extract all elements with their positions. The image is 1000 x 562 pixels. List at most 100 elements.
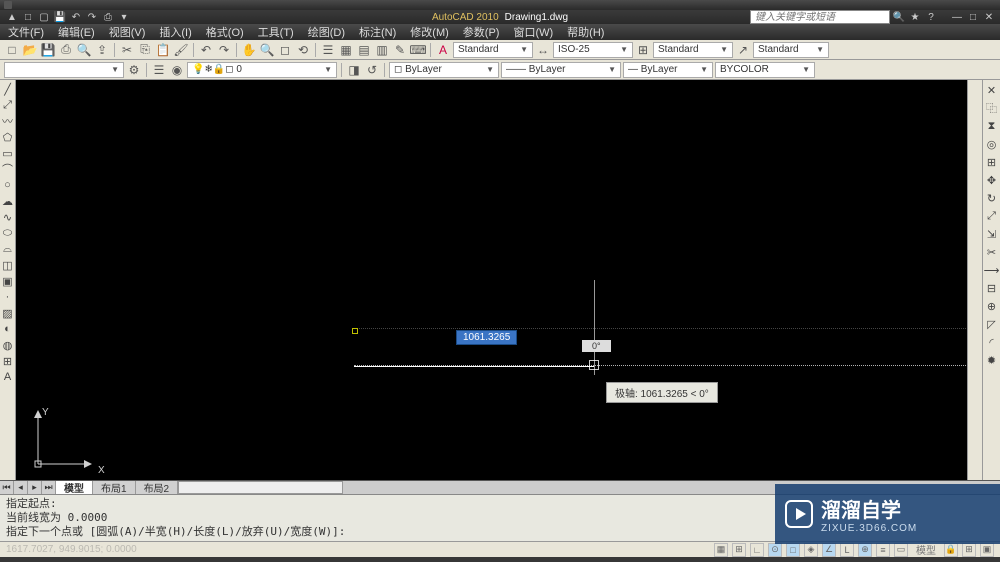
sheet-set-icon[interactable]: ▥ bbox=[374, 42, 390, 58]
make-block-icon[interactable]: ▣ bbox=[1, 274, 15, 288]
status-model[interactable]: 模型 bbox=[912, 542, 940, 557]
menu-modify[interactable]: 修改(M) bbox=[410, 24, 449, 40]
open-icon[interactable]: ▢ bbox=[38, 11, 50, 23]
menu-help[interactable]: 帮助(H) bbox=[567, 24, 604, 40]
dimstyle-icon[interactable]: ↔ bbox=[535, 42, 551, 58]
rectangle-icon[interactable]: ▭ bbox=[1, 146, 15, 160]
status-lock-icon[interactable]: 🔒 bbox=[944, 543, 958, 557]
app-menu-icon[interactable]: ▲ bbox=[6, 11, 18, 23]
help-icon[interactable]: ? bbox=[924, 11, 938, 23]
tab-model[interactable]: 模型 bbox=[56, 481, 93, 494]
status-max-icon[interactable]: ▣ bbox=[980, 543, 994, 557]
markup-icon[interactable]: ✎ bbox=[392, 42, 408, 58]
hatch-icon[interactable]: ▨ bbox=[1, 306, 15, 320]
dc-icon[interactable]: ▦ bbox=[338, 42, 354, 58]
gradient-icon[interactable]: ◐ bbox=[1, 322, 15, 336]
menu-view[interactable]: 视图(V) bbox=[109, 24, 146, 40]
move-icon[interactable]: ✥ bbox=[984, 172, 1000, 188]
copy-icon[interactable]: ⎘ bbox=[137, 42, 153, 58]
spline-icon[interactable]: ∿ bbox=[1, 210, 15, 224]
layer-prev-icon[interactable]: ↺ bbox=[364, 62, 380, 78]
subscribe-icon[interactable]: ★ bbox=[908, 11, 922, 23]
menu-param[interactable]: 参数(P) bbox=[463, 24, 500, 40]
osnap-toggle[interactable]: □ bbox=[786, 543, 800, 557]
ortho-toggle[interactable]: ∟ bbox=[750, 543, 764, 557]
cut-icon[interactable]: ✂ bbox=[119, 42, 135, 58]
dimstyle-dropdown[interactable]: ISO-25▼ bbox=[553, 42, 633, 58]
ducs-toggle[interactable]: L bbox=[840, 543, 854, 557]
layer-iso-icon[interactable]: ◨ bbox=[346, 62, 362, 78]
stretch-icon[interactable]: ⇲ bbox=[984, 226, 1000, 242]
menu-insert[interactable]: 插入(I) bbox=[159, 24, 191, 40]
undo-icon[interactable]: ↶ bbox=[70, 11, 82, 23]
new-icon[interactable]: □ bbox=[22, 11, 34, 23]
region-icon[interactable]: ◍ bbox=[1, 338, 15, 352]
layer-states-icon[interactable]: ◉ bbox=[169, 62, 185, 78]
erase-icon[interactable]: ✕ bbox=[984, 82, 1000, 98]
tablestyle-dropdown[interactable]: Standard▼ bbox=[653, 42, 733, 58]
maximize-button[interactable]: □ bbox=[966, 11, 980, 23]
menu-window[interactable]: 窗口(W) bbox=[513, 24, 553, 40]
textstyle-dropdown[interactable]: Standard▼ bbox=[453, 42, 533, 58]
save-icon[interactable]: 💾 bbox=[40, 42, 56, 58]
copy-obj-icon[interactable]: ⿻ bbox=[984, 100, 1000, 116]
color-dropdown[interactable]: ◻ ByLayer▼ bbox=[389, 62, 499, 78]
line-icon[interactable]: ╱ bbox=[1, 82, 15, 96]
snap-toggle[interactable]: ▦ bbox=[714, 543, 728, 557]
status-grid-icon[interactable]: ⊞ bbox=[962, 543, 976, 557]
redo-icon[interactable]: ↷ bbox=[216, 42, 232, 58]
layer-props-icon[interactable]: ☰ bbox=[151, 62, 167, 78]
lwt-toggle[interactable]: ≡ bbox=[876, 543, 890, 557]
search-icon[interactable]: 🔍 bbox=[892, 11, 906, 23]
qp-toggle[interactable]: ▭ bbox=[894, 543, 908, 557]
more-icon[interactable]: ▾ bbox=[118, 11, 130, 23]
offset-icon[interactable]: ◎ bbox=[984, 136, 1000, 152]
block-icon[interactable]: ◫ bbox=[1, 258, 15, 272]
array-icon[interactable]: ⊞ bbox=[984, 154, 1000, 170]
mtext-icon[interactable]: A bbox=[1, 370, 15, 384]
menu-tools[interactable]: 工具(T) bbox=[258, 24, 294, 40]
otrack-toggle[interactable]: ∠ bbox=[822, 543, 836, 557]
table-icon[interactable]: ⊞ bbox=[1, 354, 15, 368]
explode-icon[interactable]: ✹ bbox=[984, 352, 1000, 368]
plot-icon[interactable]: ⎙ bbox=[58, 42, 74, 58]
zoom-prev-icon[interactable]: ⟲ bbox=[295, 42, 311, 58]
tab-layout2[interactable]: 布局2 bbox=[136, 481, 179, 494]
scrollbar-vertical[interactable] bbox=[967, 80, 982, 480]
minimize-button[interactable]: — bbox=[950, 11, 964, 23]
pline-icon[interactable]: 〰 bbox=[1, 114, 15, 128]
tool-palette-icon[interactable]: ▤ bbox=[356, 42, 372, 58]
workspace-dropdown[interactable]: ▼ bbox=[4, 62, 124, 78]
pan-icon[interactable]: ✋ bbox=[241, 42, 257, 58]
tab-first-icon[interactable]: ⏮ bbox=[0, 481, 14, 494]
scale-icon[interactable]: ⤢ bbox=[984, 208, 1000, 224]
menu-file[interactable]: 文件(F) bbox=[8, 24, 44, 40]
extend-icon[interactable]: ⟶ bbox=[984, 262, 1000, 278]
tab-next-icon[interactable]: ▸ bbox=[28, 481, 42, 494]
polygon-icon[interactable]: ⬠ bbox=[1, 130, 15, 144]
xline-icon[interactable]: ⤢ bbox=[1, 98, 15, 112]
mirror-icon[interactable]: ⧗ bbox=[984, 118, 1000, 134]
break-icon[interactable]: ⊟ bbox=[984, 280, 1000, 296]
ellipse-arc-icon[interactable]: ⌓ bbox=[1, 242, 15, 256]
dynamic-length-input[interactable]: 1061.3265 bbox=[456, 330, 517, 345]
infocenter-search-input[interactable] bbox=[750, 10, 890, 24]
zoom-realtime-icon[interactable]: 🔍 bbox=[259, 42, 275, 58]
layer-dropdown[interactable]: 💡❄🔒◻ 0▼ bbox=[187, 62, 337, 78]
calc-icon[interactable]: ⌨ bbox=[410, 42, 426, 58]
dyn-toggle[interactable]: ⊕ bbox=[858, 543, 872, 557]
drawing-canvas[interactable]: 1061.3265 0° 极轴: 1061.3265 < 0° Y X bbox=[16, 80, 967, 480]
rotate-icon[interactable]: ↻ bbox=[984, 190, 1000, 206]
tab-prev-icon[interactable]: ◂ bbox=[14, 481, 28, 494]
plotstyle-dropdown[interactable]: BYCOLOR▼ bbox=[715, 62, 815, 78]
publish-icon[interactable]: ⇪ bbox=[94, 42, 110, 58]
undo-icon[interactable]: ↶ bbox=[198, 42, 214, 58]
new-icon[interactable]: □ bbox=[4, 42, 20, 58]
mleaderstyle-icon[interactable]: ↗ bbox=[735, 42, 751, 58]
tab-layout1[interactable]: 布局1 bbox=[93, 481, 136, 494]
close-button[interactable]: ✕ bbox=[982, 11, 996, 23]
3dosnap-toggle[interactable]: ◈ bbox=[804, 543, 818, 557]
ellipse-icon[interactable]: ⬭ bbox=[1, 226, 15, 240]
print-icon[interactable]: ⎙ bbox=[102, 11, 114, 23]
polar-toggle[interactable]: ⊙ bbox=[768, 543, 782, 557]
